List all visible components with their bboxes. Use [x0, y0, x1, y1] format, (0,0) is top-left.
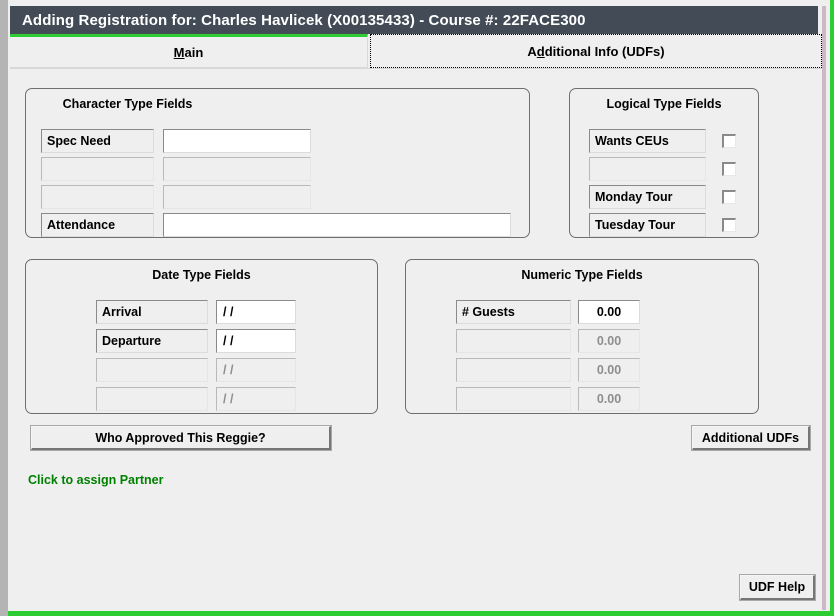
group-date-type-fields: Date Type Fields Arrival / / Departure /…	[25, 259, 378, 414]
date-input-1[interactable]: / /	[216, 300, 296, 324]
group-logical-title: Logical Type Fields	[606, 97, 722, 111]
date-input-2[interactable]: / /	[216, 329, 296, 353]
date-label-3	[96, 358, 208, 382]
character-input-4[interactable]	[163, 213, 511, 237]
assign-partner-link[interactable]: Click to assign Partner	[28, 473, 163, 487]
group-character-type-fields: Character Type Fields Spec Need Attendan…	[25, 88, 530, 238]
window-right-inner-edge	[822, 6, 826, 610]
date-input-4[interactable]: / /	[216, 387, 296, 411]
logical-label-1: Wants CEUs	[589, 129, 706, 153]
numeric-label-3	[456, 358, 571, 382]
application-window: Adding Registration for: Charles Havlice…	[0, 0, 834, 616]
date-label-2: Departure	[96, 329, 208, 353]
tab-main[interactable]: Main	[10, 34, 368, 68]
additional-udfs-button[interactable]: Additional UDFs	[691, 425, 811, 451]
logical-label-4: Tuesday Tour	[589, 213, 706, 237]
tab-content-panel: Character Type Fields Spec Need Attendan…	[10, 69, 822, 610]
numeric-input-2[interactable]: 0.00	[578, 329, 640, 353]
numeric-label-1: # Guests	[456, 300, 571, 324]
udf-help-button[interactable]: UDF Help	[739, 574, 816, 601]
logical-checkbox-2[interactable]	[722, 162, 736, 176]
tab-additional-label: Additional Info (UDFs)	[527, 43, 665, 59]
tab-strip: Main Additional Info (UDFs)	[10, 34, 822, 68]
logical-checkbox-1[interactable]	[722, 134, 736, 148]
tab-main-label: Main	[173, 44, 204, 60]
numeric-label-2	[456, 329, 571, 353]
page-title: Adding Registration for: Charles Havlice…	[22, 11, 586, 29]
logical-checkbox-3[interactable]	[722, 190, 736, 204]
tab-additional-info-udfs[interactable]: Additional Info (UDFs)	[370, 34, 822, 68]
group-character-title: Character Type Fields	[62, 97, 193, 111]
logical-checkbox-4[interactable]	[722, 218, 736, 232]
date-label-1: Arrival	[96, 300, 208, 324]
date-label-4	[96, 387, 208, 411]
window-left-edge	[0, 0, 8, 616]
window-title-bar: Adding Registration for: Charles Havlice…	[10, 6, 818, 34]
character-label-2	[41, 157, 154, 181]
logical-label-3: Monday Tour	[589, 185, 706, 209]
date-input-3[interactable]: / /	[216, 358, 296, 382]
numeric-input-1[interactable]: 0.00	[578, 300, 640, 324]
character-input-2[interactable]	[163, 157, 311, 181]
character-label-1: Spec Need	[41, 129, 154, 153]
numeric-input-4[interactable]: 0.00	[578, 387, 640, 411]
tab-main-accel: M	[173, 44, 185, 60]
who-approved-this-reggie-button[interactable]: Who Approved This Reggie?	[30, 425, 332, 451]
group-numeric-title: Numeric Type Fields	[521, 268, 643, 282]
numeric-input-3[interactable]: 0.00	[578, 358, 640, 382]
tab-additional-accel: d	[536, 43, 545, 59]
numeric-label-4	[456, 387, 571, 411]
group-date-title: Date Type Fields	[152, 268, 251, 282]
group-numeric-type-fields: Numeric Type Fields # Guests 0.00 0.00 0…	[405, 259, 759, 414]
character-input-1[interactable]	[163, 129, 311, 153]
character-label-3	[41, 185, 154, 209]
group-logical-type-fields: Logical Type Fields Wants CEUs Monday To…	[569, 88, 759, 238]
logical-label-2	[589, 157, 706, 181]
character-input-3[interactable]	[163, 185, 311, 209]
character-label-4: Attendance	[41, 213, 154, 237]
